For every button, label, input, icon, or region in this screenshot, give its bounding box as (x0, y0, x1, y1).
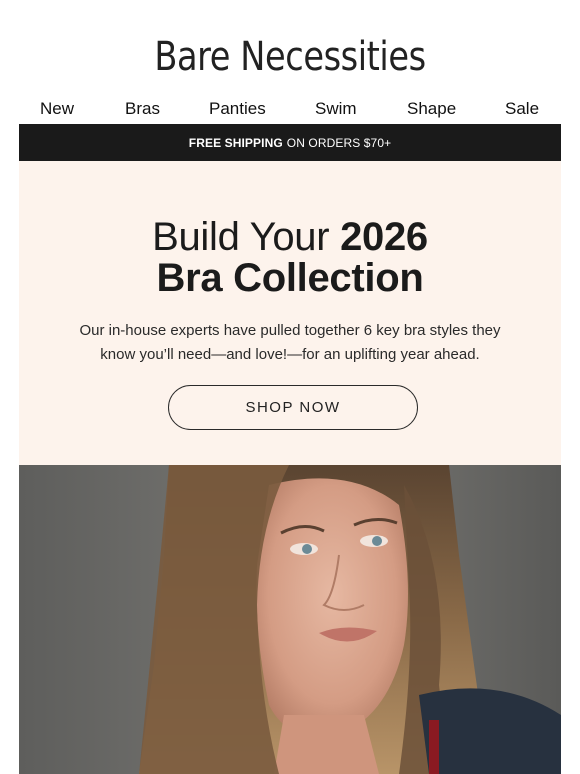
hero-body-copy: Our in-house experts have pulled togethe… (49, 319, 531, 367)
hero-headline: Build Your 2026 Bra Collection (19, 217, 561, 299)
hero-body-line-2: know you’ll need—and love!—for an uplift… (100, 346, 480, 363)
nav-item-sale[interactable]: Sale (505, 99, 539, 119)
free-shipping-banner[interactable]: FREE SHIPPING ON ORDERS $70+ (19, 124, 561, 161)
headline-bra-collection: Bra Collection (156, 256, 424, 300)
headline-build-your: Build Your (152, 215, 341, 259)
model-portrait-image (19, 465, 561, 774)
brand-logo[interactable]: Bare Necessities (46, 34, 533, 80)
nav-item-panties[interactable]: Panties (209, 99, 266, 119)
model-photo[interactable] (19, 465, 561, 774)
shipping-rest-text: ON ORDERS $70+ (286, 135, 392, 150)
hero-section: Build Your 2026 Bra Collection Our in-ho… (19, 161, 561, 465)
shop-now-button[interactable]: SHOP NOW (168, 385, 418, 430)
nav-item-swim[interactable]: Swim (315, 99, 357, 119)
nav-item-bras[interactable]: Bras (125, 99, 160, 119)
hero-body-line-1: Our in-house experts have pulled togethe… (79, 322, 501, 339)
headline-year: 2026 (340, 215, 428, 259)
main-nav: New Bras Panties Swim Shape Sale (0, 99, 580, 123)
nav-item-new[interactable]: New (40, 99, 74, 119)
nav-item-shape[interactable]: Shape (407, 99, 456, 119)
shipping-bold-text: FREE SHIPPING (188, 135, 283, 150)
